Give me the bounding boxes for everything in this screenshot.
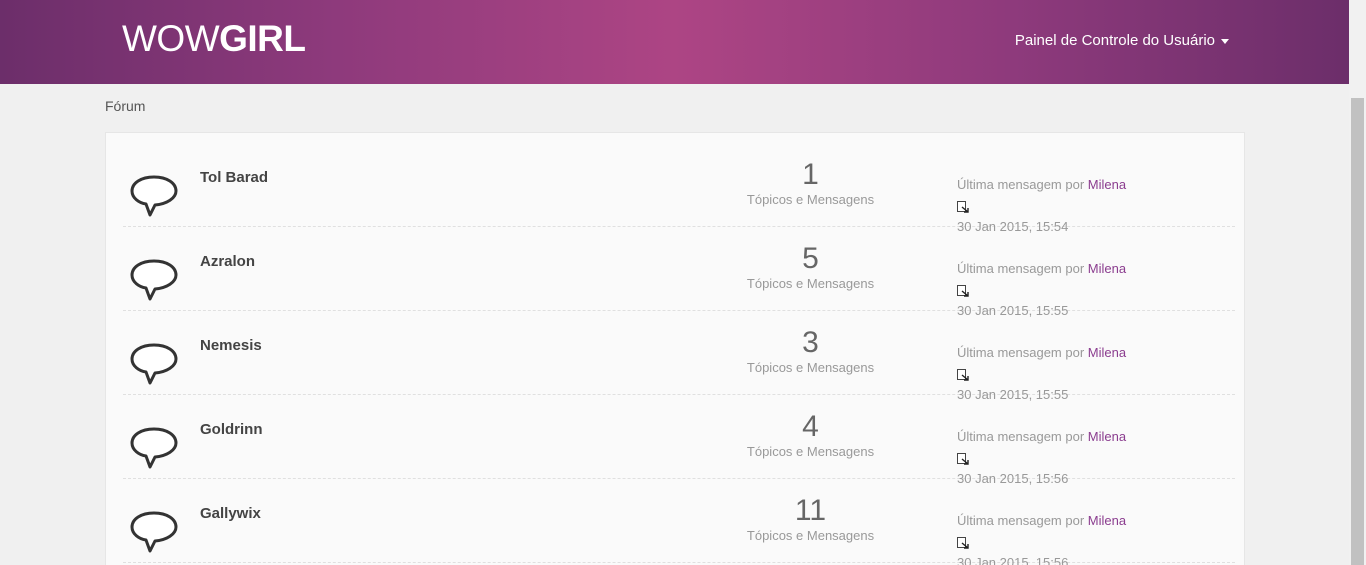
- last-post-prefix: Última mensagem por: [957, 429, 1085, 444]
- last-post-line: Última mensagem por Milena: [957, 510, 1126, 531]
- forum-row-3: Goldrinn 4 Tópicos e Mensagens Última me…: [123, 395, 1235, 486]
- last-post-prefix: Última mensagem por: [957, 513, 1085, 528]
- forum-row-1: Azralon 5 Tópicos e Mensagens Última men…: [123, 227, 1235, 318]
- count-label: Tópicos e Mensagens: [746, 276, 875, 291]
- count-value: 11: [794, 494, 827, 527]
- count-value: 4: [802, 410, 819, 443]
- forum-row-0: Tol Barad 1 Tópicos e Mensagens Última m…: [123, 143, 1235, 234]
- scrollbar-thumb[interactable]: [1351, 98, 1364, 565]
- speech-bubble-icon: [130, 259, 178, 301]
- last-post-author-link[interactable]: Milena: [1088, 345, 1126, 360]
- goto-post-icon[interactable]: [957, 537, 969, 549]
- count-label: Tópicos e Mensagens: [746, 360, 875, 375]
- goto-post-icon[interactable]: [957, 369, 969, 381]
- last-post-date: 30 Jan 2015, 15:56: [957, 555, 1069, 565]
- last-post-author-link[interactable]: Milena: [1088, 177, 1126, 192]
- page: WOWGIRL Painel de Controle do Usuário As…: [0, 0, 1349, 565]
- goto-post-icon[interactable]: [957, 453, 969, 465]
- goto-post-icon[interactable]: [957, 285, 969, 297]
- last-post-line: Última mensagem por Milena: [957, 426, 1126, 447]
- vertical-scrollbar[interactable]: [1349, 0, 1366, 565]
- user-control-panel-menu[interactable]: Painel de Controle do Usuário: [1015, 31, 1229, 51]
- last-post-line: Última mensagem por Milena: [957, 174, 1126, 195]
- last-post-prefix: Última mensagem por: [957, 177, 1085, 192]
- forum-row-2: Nemesis 3 Tópicos e Mensagens Última men…: [123, 311, 1235, 402]
- site-logo[interactable]: WOWGIRL: [122, 19, 306, 59]
- topics-posts-count: 4 Tópicos e Mensagens: [733, 411, 888, 461]
- count-label: Tópicos e Mensagens: [746, 528, 875, 543]
- forum-row-4: Gallywix 11 Tópicos e Mensagens Última m…: [123, 479, 1235, 565]
- forum-name-link[interactable]: Gallywix: [200, 505, 261, 522]
- last-post-info: Última mensagem por Milena 30 Jan 2015, …: [957, 510, 1126, 565]
- forum-list-panel: Tol Barad 1 Tópicos e Mensagens Última m…: [105, 132, 1245, 565]
- last-post-prefix: Última mensagem por: [957, 261, 1085, 276]
- logo-light-text: WOW: [122, 18, 220, 59]
- last-post-line: Última mensagem por Milena: [957, 258, 1126, 279]
- forum-name-link[interactable]: Nemesis: [200, 337, 262, 354]
- last-post-prefix: Última mensagem por: [957, 345, 1085, 360]
- user-menu-label: Painel de Controle do Usuário: [1014, 32, 1215, 49]
- goto-post-icon[interactable]: [957, 201, 969, 213]
- last-post-author-link[interactable]: Milena: [1088, 429, 1126, 444]
- forum-name-link[interactable]: Azralon: [200, 253, 255, 270]
- count-label: Tópicos e Mensagens: [746, 444, 875, 459]
- top-navbar: WOWGIRL Painel de Controle do Usuário: [0, 0, 1349, 84]
- breadcrumb[interactable]: Fórum: [105, 98, 145, 114]
- last-post-line: Última mensagem por Milena: [957, 342, 1126, 363]
- forum-name-link[interactable]: Goldrinn: [200, 421, 263, 438]
- topics-posts-count: 1 Tópicos e Mensagens: [733, 159, 888, 209]
- caret-down-icon: [1221, 38, 1229, 44]
- speech-bubble-icon: [130, 343, 178, 385]
- last-post-author-link[interactable]: Milena: [1088, 513, 1126, 528]
- last-post-author-link[interactable]: Milena: [1088, 261, 1126, 276]
- logo-bold-text: GIRL: [219, 18, 306, 59]
- count-value: 3: [802, 326, 819, 359]
- topics-posts-count: 11 Tópicos e Mensagens: [733, 495, 888, 545]
- speech-bubble-icon: [130, 511, 178, 553]
- count-value: 5: [802, 242, 819, 275]
- topics-posts-count: 3 Tópicos e Mensagens: [733, 327, 888, 377]
- speech-bubble-icon: [130, 175, 178, 217]
- speech-bubble-icon: [130, 427, 178, 469]
- count-value: 1: [802, 158, 819, 191]
- topics-posts-count: 5 Tópicos e Mensagens: [733, 243, 888, 293]
- forum-name-link[interactable]: Tol Barad: [200, 169, 268, 186]
- count-label: Tópicos e Mensagens: [746, 192, 875, 207]
